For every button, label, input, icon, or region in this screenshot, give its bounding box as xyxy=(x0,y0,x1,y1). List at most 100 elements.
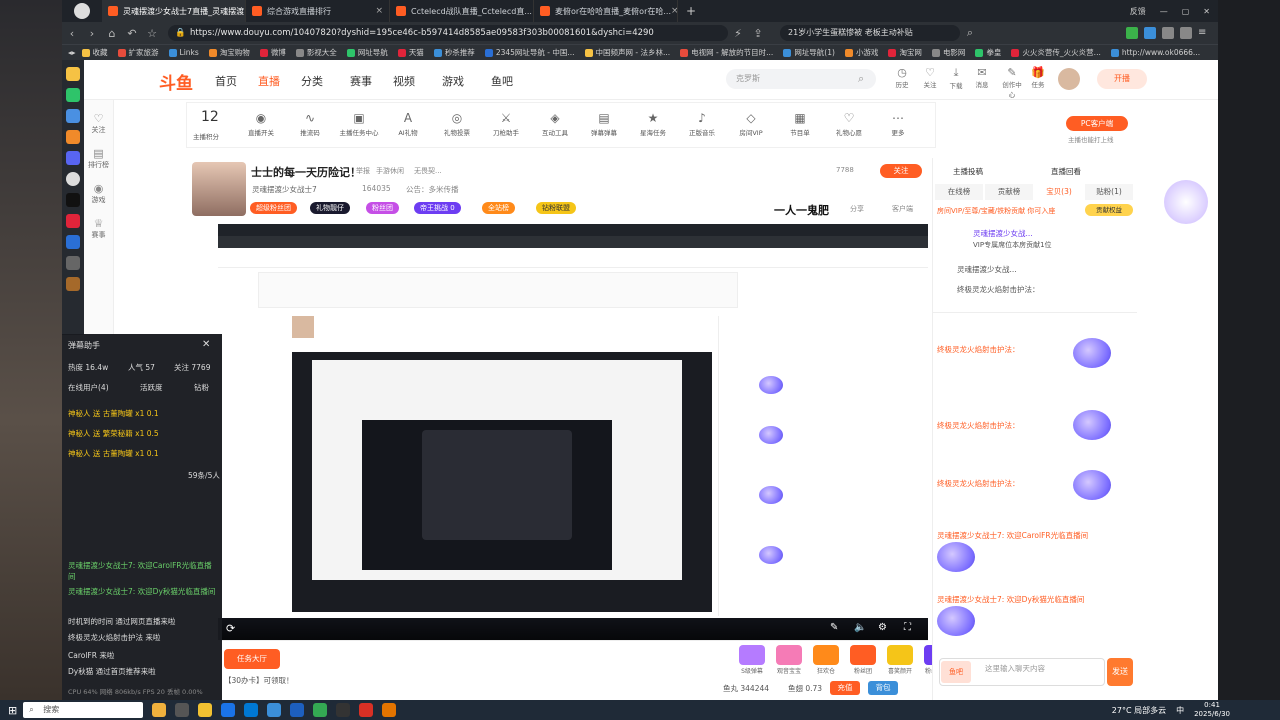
tool-9[interactable]: ♪ 正版音乐 xyxy=(680,111,724,137)
fans-club-pill[interactable]: 粉丝团 xyxy=(366,202,399,214)
app-icon[interactable] xyxy=(66,277,80,291)
gift-item[interactable]: 狂欢仓 xyxy=(809,645,843,675)
pc-client-button[interactable]: PC客户端 xyxy=(1066,116,1128,131)
tool-1[interactable]: ∿ 推流码 xyxy=(288,111,332,137)
browser-icon[interactable] xyxy=(313,703,328,717)
volume-icon[interactable]: 🔈 xyxy=(854,622,866,633)
refresh-icon[interactable]: ⟳ xyxy=(226,622,235,635)
sidebar-follow[interactable]: ♡ 关注 xyxy=(84,112,113,135)
bookmark-item[interactable]: 天猫 xyxy=(397,47,424,58)
follow-button[interactable]: 关注 xyxy=(880,164,922,178)
extension-icon[interactable] xyxy=(1126,27,1138,39)
task-view-icon[interactable] xyxy=(175,703,190,717)
tool-12[interactable]: ♡ 礼物心愿 xyxy=(827,111,871,137)
star-icon[interactable]: ☆ xyxy=(142,27,162,40)
close-window-icon[interactable]: ✕ xyxy=(1203,7,1210,16)
new-tab-icon[interactable]: + xyxy=(686,4,696,18)
edit-icon[interactable]: ✎ xyxy=(830,622,838,633)
emperor-challenge-pill[interactable]: 帝王挑战 0 xyxy=(414,202,461,214)
nav-fishbar[interactable]: 鱼吧 xyxy=(491,73,513,89)
file-explorer-icon[interactable] xyxy=(198,703,213,717)
share-button[interactable]: 分享 xyxy=(850,204,864,214)
app-icon[interactable] xyxy=(66,235,80,249)
close-icon[interactable]: × xyxy=(671,6,677,16)
anchor-name[interactable]: 灵魂摆渡少女战士7 xyxy=(252,184,317,195)
search-icon[interactable]: ⌕ xyxy=(960,26,980,40)
extension-icon[interactable] xyxy=(1144,27,1156,39)
online-users-tab[interactable]: 在线用户(4) xyxy=(68,382,109,393)
category-link[interactable]: 手游休闲 xyxy=(376,166,404,176)
bookmark-item[interactable]: Links xyxy=(168,47,199,58)
creator-center-button[interactable]: ✎ 创作中心 xyxy=(1000,66,1024,99)
taskbar-app-icon[interactable] xyxy=(290,703,305,717)
tool-13[interactable]: ⋯ 更多 xyxy=(876,111,920,137)
feedback-link[interactable]: 反馈 xyxy=(1130,6,1146,17)
bookmark-item[interactable]: 淘宝购物 xyxy=(208,47,250,58)
taskbar-app-icon[interactable] xyxy=(152,703,167,717)
windows-start-icon[interactable]: ⊞ xyxy=(8,704,17,717)
weather-text[interactable]: 27°C 局部多云 xyxy=(1112,705,1166,716)
browser-search-field[interactable]: 21岁小学生蛋糕惨被 老板主动补贴 xyxy=(780,25,960,41)
sidebar-rank[interactable]: ▤ 排行榜 xyxy=(84,147,113,170)
bookmark-item[interactable]: 网址导航(1) xyxy=(783,47,835,58)
close-icon[interactable]: ✕ xyxy=(202,339,210,350)
tab-3[interactable]: Cctelecd战队直播_Cctelecd直...× xyxy=(390,0,534,22)
back-icon[interactable]: ‹ xyxy=(62,27,82,40)
bookmark-item[interactable]: 拳皇 xyxy=(975,47,1001,58)
clock[interactable]: 0:41 2025/6/30 xyxy=(1194,701,1230,719)
tool-10[interactable]: ◇ 房间VIP xyxy=(729,111,773,137)
nav-games[interactable]: 游戏 xyxy=(442,73,464,89)
follow-button[interactable]: ♡ 关注 xyxy=(918,66,942,89)
bookmark-item[interactable]: 小游戏 xyxy=(844,47,878,58)
url-field[interactable]: 🔒 https://www.douyu.com/10407820?dyshid=1… xyxy=(168,25,728,41)
tool-2[interactable]: ▣ 主播任务中心 xyxy=(337,111,381,137)
nav-category[interactable]: 分类 xyxy=(301,73,323,89)
chat-input[interactable]: 这里输入聊天内容 xyxy=(939,658,1105,686)
bookmark-item[interactable]: 电视网 - 解放的节目时... xyxy=(680,47,773,58)
minimize-icon[interactable]: — xyxy=(1160,7,1168,16)
vip-benefit-button[interactable]: 贡献权益 xyxy=(1085,204,1133,216)
discord-icon[interactable] xyxy=(66,151,80,165)
tools-icon[interactable] xyxy=(66,130,80,144)
taskbar-app-icon[interactable] xyxy=(336,703,351,717)
tool-0[interactable]: ◉ 直播开关 xyxy=(239,111,283,137)
report-link[interactable]: 举报 xyxy=(356,166,370,176)
sidebar-events[interactable]: ♕ 赛事 xyxy=(84,217,113,240)
tab-online-rank[interactable]: 在线榜 xyxy=(935,184,983,200)
favorites-icon[interactable] xyxy=(66,67,80,81)
site-rank-pill[interactable]: 全站榜 xyxy=(482,202,515,214)
app-icon[interactable] xyxy=(66,214,80,228)
settings-icon[interactable]: ⚙ xyxy=(878,622,887,633)
profile-avatar[interactable] xyxy=(62,0,102,22)
super-fan-pill[interactable]: 超级粉丝团 xyxy=(250,202,297,214)
bookmark-item[interactable]: 影视大全 xyxy=(295,47,337,58)
forward-icon[interactable]: › xyxy=(82,27,102,40)
tab-contribution-rank[interactable]: 贡献榜 xyxy=(985,184,1033,200)
diamond-alliance-pill[interactable]: 钻粉联盟 xyxy=(536,202,576,214)
diamond-tab[interactable]: 钻粉 xyxy=(194,382,209,393)
taskbar-app-icon[interactable] xyxy=(221,703,236,717)
bookmark-item[interactable]: 扩家旅游 xyxy=(117,47,159,58)
gift-pill[interactable]: 礼物靓仔 xyxy=(310,202,350,214)
gift-item[interactable]: S级弹幕 xyxy=(735,645,769,675)
download-button[interactable]: ⤓ 下载 xyxy=(944,66,968,90)
nav-home[interactable]: 首页 xyxy=(215,73,237,89)
taskbar-app-icon[interactable] xyxy=(267,703,282,717)
avatar-icon[interactable] xyxy=(66,172,80,186)
activity-tab[interactable]: 活跃度 xyxy=(140,382,163,393)
home-icon[interactable]: ⌂ xyxy=(102,27,122,40)
close-icon[interactable]: × xyxy=(375,6,383,16)
recharge-button[interactable]: 充值 xyxy=(830,681,860,695)
douyu-logo[interactable]: 斗鱼 xyxy=(159,69,193,94)
taskbar-search[interactable]: ⌕ 搜索 xyxy=(23,702,144,718)
mail-icon[interactable] xyxy=(244,703,259,717)
history-button[interactable]: ◷ 历史 xyxy=(890,66,914,89)
bookmark-item[interactable]: 网址导航 xyxy=(346,47,388,58)
event-badge[interactable] xyxy=(1164,180,1208,224)
backpack-button[interactable]: 背包 xyxy=(868,681,898,695)
send-button[interactable]: 发送 xyxy=(1107,658,1133,686)
download-icon[interactable] xyxy=(1180,27,1192,39)
undo-icon[interactable]: ↶ xyxy=(122,27,142,40)
bookmark-item[interactable]: 电影网 xyxy=(931,47,965,58)
sidebar-games[interactable]: ◉ 游戏 xyxy=(84,182,113,205)
